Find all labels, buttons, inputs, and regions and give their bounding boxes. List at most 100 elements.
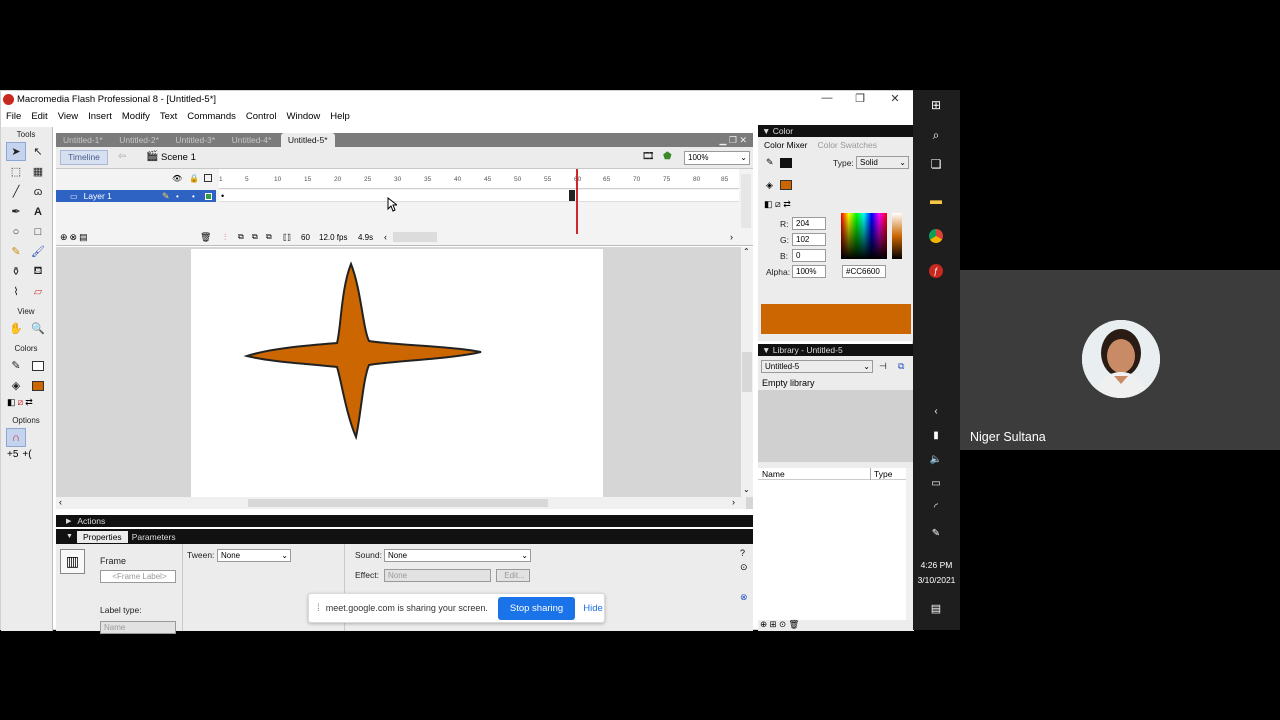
back-arrow-icon[interactable]: ⇦	[118, 151, 126, 162]
menu-insert[interactable]: Insert	[83, 109, 117, 125]
subselection-tool-icon[interactable]: ↖	[28, 142, 48, 161]
chrome-icon[interactable]	[926, 226, 946, 246]
stroke-swatch[interactable]	[780, 158, 792, 168]
stage-vscroll-thumb[interactable]	[742, 352, 752, 392]
text-tool-icon[interactable]: A	[28, 202, 48, 221]
ink-bottle-tool-icon[interactable]: ⚱	[6, 262, 26, 281]
accessibility-icon[interactable]: ⊗	[740, 592, 748, 603]
wifi-icon[interactable]: ◜	[926, 497, 946, 517]
doc-tab-2[interactable]: Untitled-2*	[112, 133, 166, 147]
hscroll-left-icon[interactable]: ‹	[59, 497, 62, 507]
scroll-left-icon[interactable]: ‹	[384, 232, 387, 242]
notifications-icon[interactable]: ▤	[926, 598, 946, 618]
lasso-tool-icon[interactable]: ɷ	[28, 182, 48, 201]
keyframe-dot[interactable]: •	[221, 191, 224, 201]
layer-color-swatch[interactable]	[205, 193, 212, 200]
scroll-right-icon[interactable]: ›	[730, 232, 733, 242]
zoom-tool-icon[interactable]: 🔍	[28, 319, 48, 338]
layer-visible-dot[interactable]: •	[176, 192, 179, 201]
frame-label-input[interactable]: <Frame Label>	[100, 570, 176, 583]
actions-panel-header[interactable]: ▶ Actions	[56, 515, 753, 527]
hscroll-right-icon[interactable]: ›	[732, 497, 735, 507]
scroll-up-icon[interactable]: ⌃	[743, 247, 750, 256]
color-mixer-options[interactable]: ◧ ⧄ ⇄	[764, 199, 791, 210]
stage-vscroll[interactable]: ⌃ ⌄	[741, 247, 753, 497]
pin-library-icon[interactable]: ⊣	[879, 361, 887, 372]
help-icon[interactable]: ?	[740, 548, 745, 558]
edit-symbols-icon[interactable]: ⬟	[663, 151, 672, 162]
outline-icon[interactable]	[204, 174, 212, 182]
tween-select[interactable]: None ⌄	[217, 549, 291, 562]
stage-hscroll[interactable]: ‹ ›	[56, 497, 746, 509]
menu-modify[interactable]: Modify	[117, 109, 155, 125]
show-hidden-icons[interactable]: ‹	[926, 401, 946, 421]
add-guide-icon[interactable]: ⊗	[70, 232, 78, 243]
stroke-color-icon[interactable]: ✎	[6, 356, 26, 375]
fill-color-icon[interactable]: ◈	[6, 376, 26, 395]
close-icon[interactable]: ✕	[880, 92, 910, 105]
menu-edit[interactable]: Edit	[26, 109, 52, 125]
windows-start-icon[interactable]: ⊞	[926, 95, 946, 115]
doc-tab-4[interactable]: Untitled-4*	[225, 133, 279, 147]
stop-sharing-button[interactable]: Stop sharing	[497, 596, 576, 620]
color-spectrum[interactable]	[841, 213, 887, 259]
library-header[interactable]: ▼ Library - Untitled-5	[758, 344, 914, 356]
library-list[interactable]	[758, 480, 906, 620]
battery-icon[interactable]: ▭	[926, 473, 946, 493]
hand-tool-icon[interactable]: ✋	[6, 319, 26, 338]
brush-tool-icon[interactable]: 🖌	[28, 242, 48, 261]
alpha-input[interactable]: 100%	[792, 265, 826, 278]
insert-folder-icon[interactable]: ▤	[79, 232, 88, 243]
menu-control[interactable]: Control	[241, 109, 282, 125]
clock-date[interactable]: 3/10/2021	[913, 575, 960, 585]
volume-icon[interactable]: 🔈	[926, 449, 946, 469]
drag-handle-icon[interactable]: ⁞	[317, 603, 320, 614]
fill-swatch[interactable]	[780, 180, 792, 190]
effect-select[interactable]: None	[384, 569, 491, 582]
edit-multiple-icon[interactable]: ⧉	[266, 232, 272, 242]
file-explorer-icon[interactable]: ▬	[926, 190, 946, 210]
menu-commands[interactable]: Commands	[182, 109, 241, 125]
tab-color-mixer[interactable]: Color Mixer	[764, 140, 807, 150]
flash-taskbar-icon[interactable]: ƒ	[926, 261, 946, 281]
pencil-tool-icon[interactable]: ✎	[6, 242, 26, 261]
library-footer-icons[interactable]: ⊕ ⊞ ⊙ 🗑	[760, 619, 799, 630]
oval-tool-icon[interactable]: ○	[6, 222, 26, 241]
restore-icon[interactable]: ❐	[845, 92, 875, 105]
timeline-toggle-button[interactable]: Timeline	[60, 150, 108, 165]
straighten-icon[interactable]: +(	[22, 449, 31, 460]
eraser-tool-icon[interactable]: ▱	[28, 282, 48, 301]
menu-file[interactable]: File	[1, 109, 26, 125]
sound-select[interactable]: None ⌄	[384, 549, 531, 562]
pen-tool-icon[interactable]: ✒	[6, 202, 26, 221]
color-panel-header[interactable]: ▼ Color	[758, 125, 914, 137]
doc-tab-5[interactable]: Untitled-5*	[280, 133, 335, 147]
fill-transform-tool-icon[interactable]: ▦	[28, 162, 48, 181]
insert-layer-icon[interactable]: ⊕	[60, 232, 68, 243]
swap-colors-icon[interactable]: ⇄	[25, 397, 33, 408]
black-white-icon[interactable]: ◧	[7, 397, 16, 408]
clock-time[interactable]: 4:26 PM	[913, 560, 960, 570]
no-color-icon[interactable]: ⧄	[18, 397, 24, 408]
scroll-down-icon[interactable]: ⌄	[743, 485, 750, 494]
tab-color-swatches[interactable]: Color Swatches	[817, 140, 877, 150]
task-view-icon[interactable]: ❏	[926, 154, 946, 174]
col-name[interactable]: Name	[762, 469, 785, 479]
smooth-icon[interactable]: +5	[7, 449, 18, 460]
timeline-hscroll-thumb[interactable]	[393, 232, 437, 242]
onion-skin-icon[interactable]: ⧉	[238, 232, 244, 242]
new-library-icon[interactable]: ⧉	[898, 361, 904, 372]
minimize-icon[interactable]: —	[812, 92, 842, 104]
col-type[interactable]: Type	[874, 469, 892, 479]
frame-ruler[interactable]: 1 5 10 15 20 25 30 35 40 45 50 55 60 65 …	[219, 169, 739, 189]
selection-tool-icon[interactable]: ➤	[6, 142, 26, 161]
r-input[interactable]: 204	[792, 217, 826, 230]
layer-row[interactable]: ▭ Layer 1 ✎ • •	[56, 190, 216, 202]
menu-view[interactable]: View	[53, 109, 83, 125]
pen-icon[interactable]: ✎	[926, 523, 946, 543]
library-select[interactable]: Untitled-5 ⌄	[761, 360, 873, 373]
stroke-color-swatch[interactable]	[28, 356, 48, 375]
snap-magnet-icon[interactable]: ∩	[6, 428, 26, 447]
stage-hscroll-thumb[interactable]	[248, 499, 548, 507]
label-type-select[interactable]: Name	[100, 621, 176, 634]
